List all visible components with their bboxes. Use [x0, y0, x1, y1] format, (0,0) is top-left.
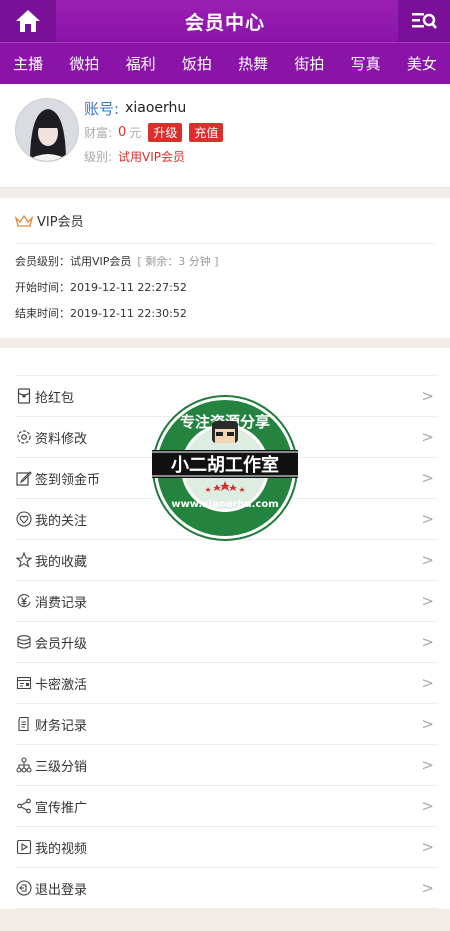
- level-label: 级别:: [84, 149, 113, 164]
- avatar-image: [16, 99, 78, 161]
- menu-item-label: 三级分销: [35, 759, 88, 775]
- logout-icon: [16, 880, 32, 896]
- gear-icon: [17, 430, 31, 444]
- chevron-right-icon: >: [421, 674, 434, 692]
- menu-item-finance-records[interactable]: 财务记录 >: [15, 704, 438, 745]
- heart-icon: [16, 511, 32, 527]
- chevron-right-icon: >: [421, 838, 434, 856]
- level-value: 试用VIP会员: [118, 149, 186, 164]
- yen-icon: [17, 594, 31, 608]
- menu-item-favorites[interactable]: 我的收藏 >: [15, 540, 438, 581]
- wealth-unit: 元: [129, 125, 142, 140]
- menu-item-label: 抢红包: [35, 390, 75, 406]
- vip-section: VIP会员 会员级别：试用VIP会员 [ 剩余：3 分钟 ] 开始时间：2019…: [0, 198, 450, 338]
- vip-title: VIP会员: [37, 215, 84, 230]
- avatar[interactable]: [15, 98, 79, 162]
- chevron-right-icon: >: [421, 551, 434, 569]
- profile-card: 账号: xiaoerhu 财富: 0 元 升级 充值 级别: 试用VIP会员: [0, 84, 450, 188]
- category-nav: 主播 微拍 福利 饭拍 热舞 街拍 写真 美女: [0, 42, 450, 84]
- hierarchy-icon: [16, 757, 32, 773]
- chevron-right-icon: >: [421, 428, 434, 446]
- nav-item[interactable]: 热舞: [225, 53, 281, 74]
- document-icon: [18, 716, 29, 732]
- menu-item-label: 会员升级: [35, 636, 88, 652]
- chevron-right-icon: >: [421, 592, 434, 610]
- upgrade-button[interactable]: 升级: [148, 122, 183, 142]
- page-title: 会员中心: [184, 11, 265, 34]
- menu-item-distribution[interactable]: 三级分销 >: [15, 745, 438, 786]
- menu-item-promotion[interactable]: 宣传推广 >: [15, 786, 438, 827]
- menu-item-label: 宣传推广: [35, 800, 88, 816]
- chevron-right-icon: >: [421, 387, 434, 405]
- watermark-logo: 专注资源分享 小二胡工作室 www.xiaoerhu.com: [152, 395, 298, 541]
- home-button[interactable]: [0, 0, 56, 42]
- chevron-right-icon: >: [421, 879, 434, 897]
- menu-item-label: 财务记录: [35, 718, 88, 734]
- chevron-right-icon: >: [421, 715, 434, 733]
- menu-item-label: 退出登录: [35, 882, 88, 898]
- vip-level-line: 会员级别：试用VIP会员: [15, 255, 132, 268]
- crown-icon: [15, 214, 33, 227]
- nav-item[interactable]: 福利: [113, 53, 169, 74]
- menu-item-label: 消费记录: [35, 595, 88, 611]
- chevron-right-icon: >: [421, 633, 434, 651]
- vip-start-time: 开始时间：2019-12-11 22:27:52: [15, 281, 187, 294]
- database-icon: [17, 635, 31, 649]
- menu-item-label: 我的关注: [35, 513, 88, 529]
- nav-item[interactable]: 微拍: [56, 53, 112, 74]
- home-icon: [16, 10, 40, 32]
- menu-item-member-upgrade[interactable]: 会员升级 >: [15, 622, 438, 663]
- edit-icon: [16, 471, 32, 486]
- chevron-right-icon: >: [421, 510, 434, 528]
- redpacket-icon: [17, 388, 31, 404]
- nav-item[interactable]: 街拍: [281, 53, 337, 74]
- chevron-right-icon: >: [421, 797, 434, 815]
- menu-search-button[interactable]: [398, 0, 450, 42]
- menu-item-spending-records[interactable]: 消费记录 >: [15, 581, 438, 622]
- vip-remaining: [ 剩余：3 分钟 ]: [137, 255, 219, 268]
- nav-item[interactable]: 美女: [394, 53, 450, 74]
- menu-item-card-activation[interactable]: 卡密激活 >: [15, 663, 438, 704]
- watermark-brand: 小二胡工作室: [171, 454, 279, 476]
- wealth-label: 财富:: [84, 125, 113, 140]
- chevron-right-icon: >: [421, 756, 434, 774]
- menu-item-my-videos[interactable]: 我的视频 >: [15, 827, 438, 868]
- account-label: 账号:: [84, 99, 120, 118]
- vip-end-time: 结束时间：2019-12-11 22:30:52: [15, 307, 187, 320]
- star-icon: [16, 552, 32, 568]
- share-icon: [17, 798, 31, 814]
- video-icon: [16, 839, 32, 855]
- watermark-figure: [212, 421, 238, 443]
- account-value: xiaoerhu: [125, 100, 187, 116]
- menu-item-label: 签到领金币: [35, 472, 101, 488]
- menu-search-icon: [412, 13, 437, 29]
- top-bar: 会员中心: [0, 0, 450, 42]
- menu-item-label: 我的收藏: [35, 554, 88, 570]
- chevron-right-icon: >: [421, 469, 434, 487]
- nav-item[interactable]: 主播: [0, 53, 56, 74]
- nav-item[interactable]: 写真: [338, 53, 394, 74]
- menu-item-label: 资料修改: [35, 431, 88, 447]
- watermark-url: www.xiaoerhu.com: [171, 499, 278, 510]
- wealth-value: 0: [118, 124, 127, 140]
- menu-item-label: 卡密激活: [35, 677, 88, 693]
- recharge-button[interactable]: 充值: [189, 122, 224, 142]
- nav-item[interactable]: 饭拍: [169, 53, 225, 74]
- menu-item-label: 我的视频: [35, 841, 88, 857]
- menu-item-logout[interactable]: 退出登录 >: [15, 868, 438, 909]
- card-icon: [16, 676, 32, 690]
